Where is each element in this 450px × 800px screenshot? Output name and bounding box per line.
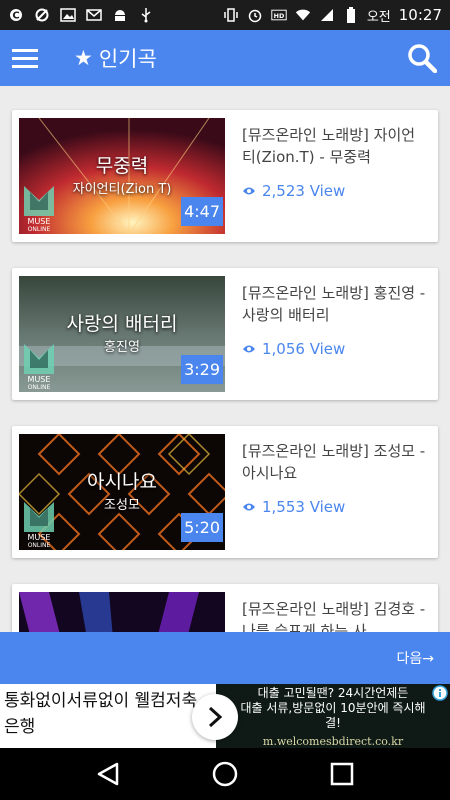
chevron-right-icon [208,706,223,728]
hd-icon: HD [271,7,287,23]
ad-line2: 대출 서류,방문없이 10분안에 즉시해결! [240,701,426,730]
app-bar: ★ 인기곡 [0,30,450,86]
eye-icon [243,187,255,195]
ad-go-button[interactable] [192,694,238,740]
song-info[interactable]: [뮤즈온라인 노래방] 자이언티(Zion.T) - 무중력 2,523 Vie… [242,124,428,200]
svg-text:MUSE: MUSE [28,533,51,542]
svg-text:ONLINE: ONLINE [28,226,51,232]
svg-text:HD: HD [274,12,285,20]
hamburger-icon [12,49,38,68]
next-page-button[interactable]: 다음→ [397,648,435,668]
song-card[interactable]: [뮤즈온라인 노래방] 김경호 - 나를 슬프게 하는 사 [12,584,438,632]
pagination-bar: 다음→ [0,632,450,684]
ad-line1: 대출 고민될땐? 24시간언제든 [257,686,409,700]
thumbnail-title: 무중력 [95,155,149,177]
eye-icon [243,503,255,511]
wifi-icon [295,7,311,23]
song-list[interactable]: 무중력 자이언티(Zion T) MUSE ONLINE 4:47 [뮤즈온라인 … [0,86,450,632]
back-triangle-icon [98,762,119,786]
view-count-text: 1,553 View [262,498,346,516]
ad-url: m.welcomesbdirect.co.kr [262,735,404,748]
recents-square-icon [330,762,353,786]
view-count: 1,056 View [242,340,428,358]
song-name[interactable]: [뮤즈온라인 노래방] 조성모 - 아시나요 [242,440,428,484]
c-icon: C [8,7,24,23]
svg-text:MUSE: MUSE [28,217,51,226]
star-icon: ★ [74,46,93,70]
ad-image[interactable]: 대출 고민될땐? 24시간언제든 대출 서류,방문없이 10분안에 즉시해결! … [216,684,450,748]
song-card[interactable]: 무중력 자이언티(Zion T) MUSE ONLINE 4:47 [뮤즈온라인 … [12,110,438,242]
page-title-text: 인기곡 [98,47,157,71]
song-thumbnail[interactable]: 무중력 자이언티(Zion T) MUSE ONLINE 4:47 [19,118,225,234]
view-count: 1,553 View [242,498,428,516]
song-name[interactable]: [뮤즈온라인 노래방] 자이언티(Zion.T) - 무중력 [242,124,428,168]
song-card[interactable]: 아시나요 조성모 MUSE ONLINE 5:20 [뮤즈온라인 노래방] 조성모… [12,426,438,558]
thumbnail-title: 사랑의 배터리 [66,313,178,335]
muse-online-logo: MUSEONLINE [24,344,54,390]
duration-badge: 4:47 [181,197,223,226]
vibrate-icon [223,7,239,23]
song-info[interactable]: [뮤즈온라인 노래방] 김경호 - 나를 슬프게 하는 사 [242,598,428,632]
eye-icon [243,345,255,353]
clock: 10:27 [398,6,442,24]
song-thumbnail[interactable] [19,592,225,632]
muse-online-logo: MUSEONLINE [24,502,54,548]
song-thumbnail[interactable]: 사랑의 배터리 홍진영 MUSE ONLINE 3:29 [19,276,225,392]
system-nav-bar [0,748,450,800]
song-name[interactable]: [뮤즈온라인 노래방] 홍진영 - 사랑의 배터리 [242,282,428,326]
muse-online-logo: MUSEONLINE [24,186,54,232]
ad-banner[interactable]: 통화없이서류없이 웰컴저축은행 대출 고민될땐? 24시간언제든 대출 서류,방… [0,684,450,748]
svg-text:C: C [12,11,19,22]
mail-icon [86,7,102,23]
svg-text:ONLINE: ONLINE [28,542,51,548]
home-circle-icon [212,761,238,787]
battery-icon [343,7,359,23]
usb-icon [138,7,154,23]
back-button[interactable] [88,754,128,794]
am-pm-label: 오전 [366,9,391,25]
search-button[interactable] [394,30,450,86]
view-count-text: 1,056 View [262,340,346,358]
view-count-text: 2,523 View [262,182,346,200]
song-card[interactable]: 사랑의 배터리 홍진영 MUSE ONLINE 3:29 [뮤즈온라인 노래방] … [12,268,438,400]
ad-info-icon[interactable] [432,685,448,701]
view-count: 2,523 View [242,182,428,200]
svg-text:ONLINE: ONLINE [28,384,51,390]
no-sync-icon [34,7,50,23]
android-icon [112,7,128,23]
thumbnail-background [19,592,225,632]
song-thumbnail[interactable]: 아시나요 조성모 MUSE ONLINE 5:20 [19,434,225,550]
svg-text:MUSE: MUSE [28,375,51,384]
search-icon [408,44,437,73]
home-button[interactable] [205,754,245,794]
image-icon [60,7,76,23]
ad-headline[interactable]: 통화없이서류없이 웰컴저축은행 [0,684,216,748]
signal-icon [319,7,335,23]
song-info[interactable]: [뮤즈온라인 노래방] 홍진영 - 사랑의 배터리 1,056 View [242,282,428,358]
status-bar: C HD 오전 10:27 [0,0,450,30]
song-info[interactable]: [뮤즈온라인 노래방] 조성모 - 아시나요 1,553 View [242,440,428,516]
duration-badge: 3:29 [181,355,223,384]
song-name[interactable]: [뮤즈온라인 노래방] 김경호 - 나를 슬프게 하는 사 [242,598,428,632]
recents-button[interactable] [322,754,362,794]
page-title: ★ 인기곡 [74,43,157,73]
thumbnail-title: 아시나요 [87,471,157,493]
alarm-icon [247,7,263,23]
menu-button[interactable] [0,30,50,86]
duration-badge: 5:20 [181,513,223,542]
